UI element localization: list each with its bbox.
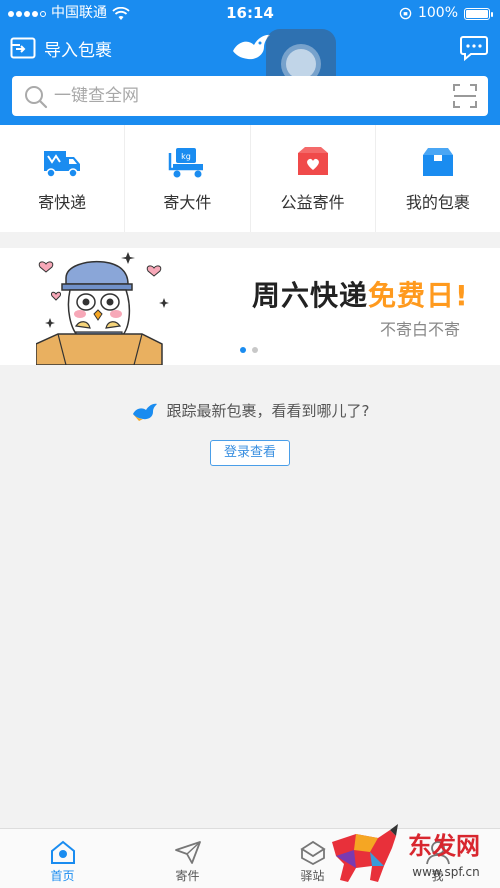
pager-dot-active[interactable] (240, 347, 246, 353)
banner-pager (240, 347, 258, 353)
banner-headline: 周六快递免费日! (252, 274, 469, 314)
banner-subtitle: 不寄白不寄 (380, 320, 461, 339)
watermark-url: www.spf.cn (412, 865, 479, 879)
battery-icon (464, 7, 493, 20)
banner-headline-highlight: 免费日! (368, 279, 469, 312)
orientation-lock-icon (399, 7, 412, 20)
charity-send-button[interactable]: 公益寄件 (251, 125, 376, 232)
track-message: 跟踪最新包裹，看看到哪儿了? (166, 402, 370, 420)
action-label: 我的包裹 (405, 193, 470, 212)
site-watermark-logo: 东发网 www.spf.cn (332, 824, 480, 882)
nav-row: 导入包裹 (0, 27, 500, 99)
app-header: 中国联通 16:14 100% 导入包裹 (0, 0, 500, 125)
quick-actions: 寄快递 kg 寄大件 公益寄件 我的包裹 (0, 125, 500, 232)
message-icon[interactable] (460, 35, 488, 61)
import-icon (10, 37, 36, 59)
action-label: 公益寄件 (280, 193, 345, 212)
tab-label: 寄件 (175, 869, 200, 883)
bird-logo-icon (132, 403, 157, 421)
truck-icon (44, 151, 81, 178)
svg-text:kg: kg (182, 152, 192, 161)
search-icon (25, 86, 48, 109)
import-label: 导入包裹 (44, 40, 112, 61)
large-parcel-icon: kg (169, 148, 204, 178)
tab-send[interactable]: 寄件 (125, 829, 250, 888)
search-bar[interactable] (12, 76, 488, 116)
login-view-button[interactable]: 登录查看 (210, 440, 290, 466)
tab-label: 首页 (50, 869, 75, 883)
pager-dot[interactable] (252, 347, 258, 353)
action-label: 寄大件 (163, 193, 212, 212)
search-input[interactable] (54, 76, 434, 116)
battery-group: 100% (399, 0, 493, 27)
status-bar: 中国联通 16:14 100% (0, 0, 500, 27)
charity-box-icon (297, 147, 328, 175)
my-parcels-button[interactable]: 我的包裹 (376, 125, 500, 232)
mascot-illustration (36, 252, 169, 365)
battery-percent: 100% (417, 5, 458, 21)
station-icon (299, 840, 326, 865)
tab-label: 驿站 (300, 869, 325, 883)
send-large-button[interactable]: kg 寄大件 (125, 125, 251, 232)
banner-headline-main: 周六快递 (252, 279, 369, 312)
send-express-button[interactable]: 寄快递 (0, 125, 126, 232)
action-label: 寄快递 (38, 193, 87, 212)
track-prompt: 跟踪最新包裹，看看到哪儿了? (0, 400, 500, 421)
scan-icon[interactable] (452, 83, 478, 109)
import-parcel-button[interactable]: 导入包裹 (10, 33, 112, 63)
paper-plane-icon (174, 841, 201, 864)
home-icon (50, 840, 75, 864)
parcel-box-icon (422, 148, 453, 176)
watermark-text: 东发网 (408, 831, 480, 860)
tab-home[interactable]: 首页 (0, 829, 125, 888)
